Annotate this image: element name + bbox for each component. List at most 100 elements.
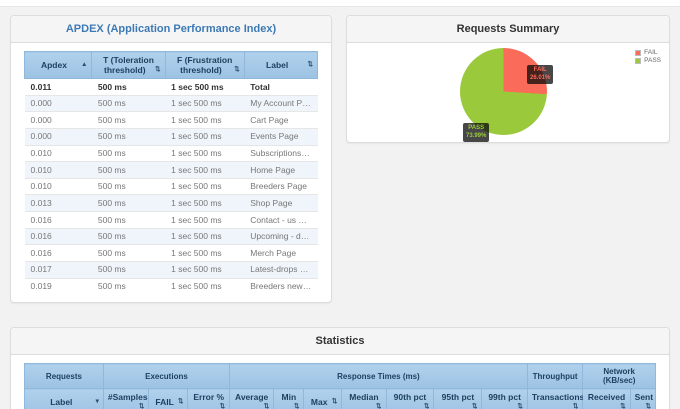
sortable-column-header[interactable]: Received ⇅ (582, 388, 631, 409)
sort-both-icon: ⇅ (177, 398, 184, 405)
table-cell: 1 sec 500 ms (165, 277, 245, 295)
sort-both-icon: ⇅ (294, 403, 300, 409)
apdex-panel: APDEX (Application Performance Index) Ap… (10, 15, 332, 304)
table-cell: 500 ms (91, 177, 166, 195)
table-row: 0.010 500 ms 1 sec 500 ms Home Page (24, 161, 318, 179)
sortable-column-header[interactable]: #Samples ⇅ (102, 388, 150, 409)
sort-both-icon: ⇅ (376, 403, 382, 409)
table-cell: 1 sec 500 ms (165, 194, 245, 212)
table-row: 0.019500 ms1 sec 500 msBreeders news Pag… (24, 277, 318, 295)
legend-swatch-icon (635, 57, 642, 64)
sortable-column-header[interactable]: Transactions/s ⇅ (526, 388, 591, 409)
table-cell: 1 sec 500 ms (165, 161, 245, 179)
table-cell: 1 sec 500 ms (165, 94, 245, 112)
table-row: 0.017 500 ms 1 sec 500 ms Latest-drops Page (24, 260, 318, 278)
dashboard-content: APDEX (Application Performance Index) Ap… (0, 7, 680, 409)
sortable-column-header[interactable]: 90th pct ⇅ (385, 388, 435, 409)
column-group-header: Response Times (ms) (229, 363, 528, 390)
statistics-table: Requests Executions Response Times (ms) Thr… (24, 363, 657, 409)
table-cell: 0.011 (24, 78, 92, 96)
sortable-column-header[interactable]: Max ⇅ (303, 388, 343, 409)
table-cell: 0.000 (24, 111, 92, 129)
pie-label-fail: FAIL 26.01% (527, 65, 554, 84)
sort-both-icon: ⇅ (219, 403, 226, 409)
statistics-panel-body: Requests Executions Response Times (ms) Thr… (11, 355, 669, 409)
table-cell: 0.000 (24, 127, 92, 145)
table-cell: 500 ms (91, 94, 166, 112)
sortable-column-header[interactable]: Error % ⇅ (187, 388, 231, 409)
table-cell: 1 sec 500 ms (165, 111, 245, 129)
table-cell: 0.010 (24, 144, 92, 162)
sortable-column-header[interactable]: F (Frustration threshold) ⇅ (164, 51, 245, 79)
table-cell: 0.016 (24, 227, 92, 245)
table-cell: 1 sec 500 ms (165, 211, 245, 229)
statistics-panel: Statistics Requests Executions Response Ti… (10, 327, 670, 409)
pie-label-pass: PASS 73.99% (463, 123, 490, 142)
table-cell: 500 ms (91, 78, 166, 96)
table-cell: Events Page (244, 127, 318, 145)
sortable-column-header[interactable]: Label ⇅ (243, 51, 319, 79)
apdex-table-head: Apdex ▲ T (Toleration threshold) ⇅ F (Frustr… (23, 51, 319, 79)
requests-summary-panel: Requests Summary FAIL 26.01% PASS 73.99%… (346, 15, 670, 143)
sortable-column-header[interactable]: Sent ⇅ (629, 388, 657, 409)
table-row: 0.016 500 ms 1 sec 500 ms Contact - us Page (24, 211, 318, 229)
sortable-column-header[interactable]: 99th pct ⇅ (481, 388, 528, 409)
table-cell: Cart Page (244, 111, 318, 129)
table-cell: Upcoming - drops Page (244, 227, 318, 245)
table-cell: 500 ms (91, 211, 166, 229)
sortable-column-header[interactable]: Label ▾ (24, 388, 104, 409)
sortable-column-header[interactable]: FAIL ⇅ (148, 388, 189, 409)
table-cell: Breeders news Page (244, 277, 318, 295)
legend-label: PASS (644, 57, 661, 64)
sort-both-icon: ⇅ (331, 398, 338, 405)
sortable-column-header[interactable]: Average ⇅ (229, 388, 275, 409)
legend-label: FAIL (644, 49, 658, 56)
apdex-title-link[interactable]: APDEX (Application Performance Index) (66, 23, 276, 35)
sortable-column-header[interactable]: 95th pct ⇅ (433, 388, 483, 409)
table-cell: Latest-drops Page (244, 260, 318, 278)
table-cell: Breeders Page (244, 177, 318, 195)
table-cell: 500 ms (91, 111, 166, 129)
table-row: 0.000 500 ms 1 sec 500 ms My Account Page (24, 94, 318, 112)
table-cell: 500 ms (91, 144, 166, 162)
table-row: 0.013 500 ms 1 sec 500 ms Shop Page (24, 194, 318, 212)
table-cell: Total (244, 78, 318, 96)
legend-item: FAIL (635, 49, 661, 56)
requests-summary-chart: FAIL 26.01% PASS 73.99% FAIL PASS (347, 43, 669, 142)
total-row: 0.011 500 ms 1 sec 500 ms Total (24, 78, 318, 96)
table-row: 0.016 500 ms 1 sec 500 ms Merch Page (24, 244, 318, 262)
table-row: 0.010 500 ms 1 sec 500 ms Breeders Page (24, 177, 318, 195)
table-cell: 1 sec 500 ms (165, 177, 245, 195)
table-cell: 1 sec 500 ms (165, 127, 245, 145)
sortable-column-header[interactable]: Apdex ▲ (23, 51, 93, 79)
table-cell: 500 ms (91, 277, 166, 295)
column-group-header: Executions (102, 363, 231, 390)
sortable-column-header[interactable]: Median ⇅ (341, 388, 387, 409)
table-row: 0.000 500 ms 1 sec 500 ms Cart Page (24, 111, 318, 129)
sort-both-icon: ⇅ (620, 403, 626, 409)
table-cell: Merch Page (244, 244, 318, 262)
sort-both-icon: ⇅ (471, 403, 478, 409)
statistics-title: Statistics (315, 335, 365, 348)
navbar-bottom-strip (0, 0, 680, 7)
table-cell: Shop Page (244, 194, 318, 212)
apdex-table-body: 0.011 500 ms 1 sec 500 ms Total 0.000 500 ms 1… (24, 78, 318, 295)
sortable-column-header[interactable]: T (Toleration threshold) ⇅ (91, 51, 166, 79)
table-cell: Contact - us Page (244, 211, 318, 229)
column-group-header: Throughput (526, 363, 584, 390)
legend-swatch-icon (635, 49, 642, 56)
table-cell: 1 sec 500 ms (165, 144, 245, 162)
column-group-header: Network (KB/sec) (582, 363, 656, 390)
table-row: 0.000 500 ms 1 sec 500 ms Events Page (24, 127, 318, 145)
sort-asc-icon: ▲ (80, 61, 88, 68)
sort-both-icon: ⇅ (517, 403, 523, 409)
sortable-column-header[interactable]: Min ⇅ (273, 388, 305, 409)
statistics-table-head: Requests Executions Response Times (ms) Thr… (24, 363, 657, 409)
table-cell: Home Page (244, 161, 318, 179)
sort-both-icon: ⇅ (645, 403, 651, 409)
table-cell: 500 ms (91, 260, 166, 278)
table-cell: 1 sec 500 ms (165, 78, 245, 96)
table-cell: 500 ms (91, 161, 166, 179)
table-cell: 500 ms (91, 244, 166, 262)
table-row: 0.010 500 ms 1 sec 500 ms Subscriptions Pag… (24, 144, 318, 162)
